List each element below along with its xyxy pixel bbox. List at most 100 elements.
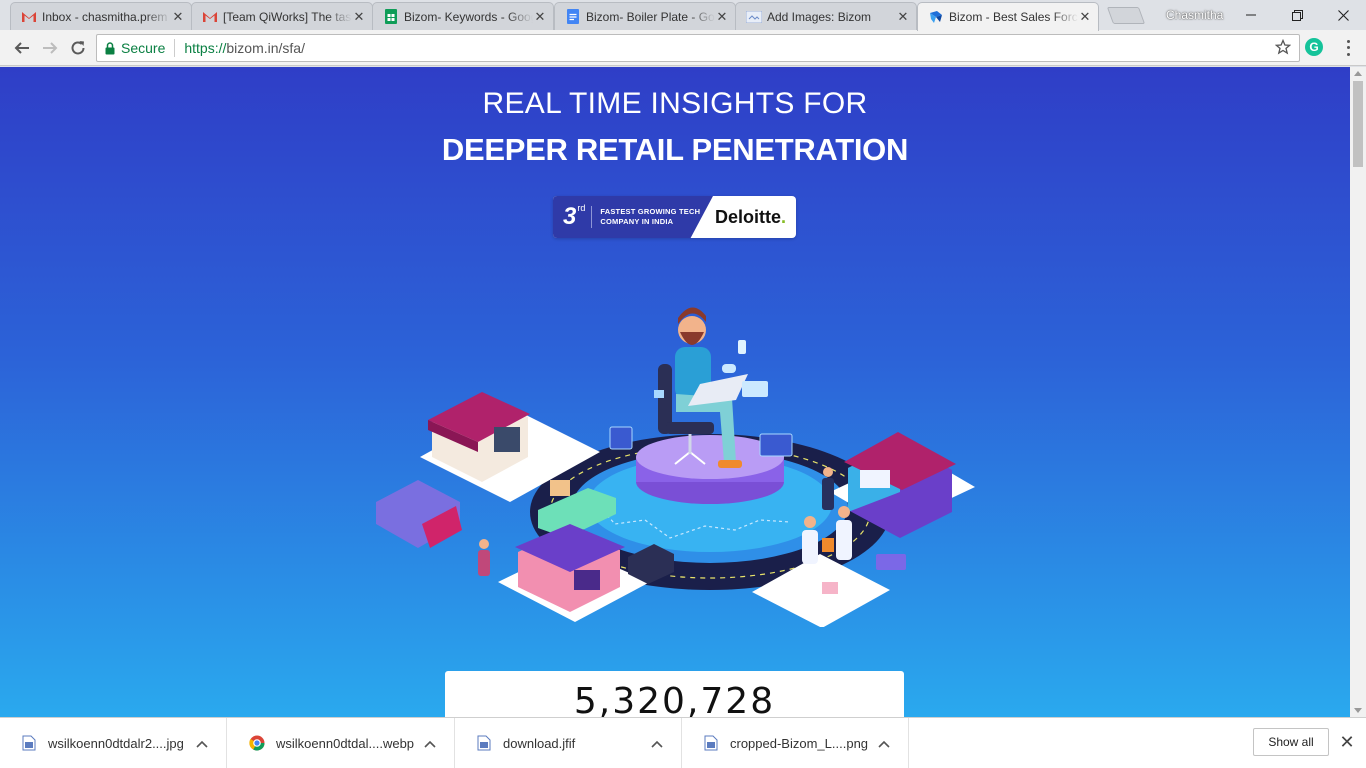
new-tab-button[interactable]: [1106, 7, 1146, 24]
tab-bizom-sfa[interactable]: Bizom - Best Sales Force Automation ✕: [917, 2, 1099, 31]
download-item[interactable]: cropped-Bizom_L....png: [682, 718, 909, 768]
minimize-icon[interactable]: [1228, 0, 1274, 30]
download-item[interactable]: download.jfif: [455, 718, 682, 768]
phone: [738, 340, 746, 354]
secure-indicator[interactable]: Secure: [105, 40, 165, 56]
browser-toolbar: Secure https://bizom.in/sfa/ G: [0, 30, 1366, 66]
download-filename: wsilkoenn0dtdal....webp: [276, 735, 415, 751]
award-text-line2: COMPANY IN INDIA: [600, 217, 674, 226]
file-icon: [475, 734, 493, 752]
tab-title: Add Images: Bizom: [767, 9, 872, 24]
file-icon: [20, 734, 38, 752]
tab-boiler-plate-doc[interactable]: Bizom- Boiler Plate - Google Docs ✕: [554, 2, 736, 30]
tab-keywords-sheet[interactable]: Bizom- Keywords - Google Sheets ✕: [372, 2, 554, 30]
download-filename: download.jfif: [503, 735, 576, 751]
reload-icon[interactable]: [66, 36, 90, 60]
docs-icon: [565, 9, 581, 25]
ui-card-small: [654, 390, 664, 398]
tab-title: [Team QiWorks] The task: [223, 9, 352, 24]
close-icon[interactable]: ✕: [1078, 10, 1092, 24]
gmail-icon: [21, 9, 37, 25]
page-icon: [746, 9, 762, 25]
hero-headline-line2: DEEPER RETAIL PENETRATION: [441, 132, 909, 167]
menu-icon[interactable]: [1340, 38, 1356, 58]
tab-title: Bizom- Boiler Plate - Google Docs: [586, 9, 715, 24]
deloitte-award-badge: 3rd FASTEST GROWING TECH COMPANY IN INDI…: [553, 196, 796, 238]
chevron-up-icon[interactable]: [876, 736, 892, 751]
divider: [591, 206, 593, 228]
ui-card-bubble: [722, 364, 736, 373]
shopper-man: [838, 506, 850, 518]
profile-name[interactable]: Chasmitha: [1166, 8, 1223, 22]
close-icon[interactable]: ✕: [715, 9, 729, 24]
worker-left: [479, 539, 489, 549]
ui-card-doc: [742, 381, 768, 397]
cargo-box: [550, 480, 570, 496]
tab-title: Inbox - chasmitha.prem: [42, 9, 168, 24]
shopper-right: [823, 467, 833, 477]
close-icon[interactable]: ✕: [896, 9, 910, 24]
award-rank-suffix: rd: [577, 203, 586, 213]
award-text-line1: FASTEST GROWING TECH: [600, 207, 701, 216]
bizom-icon: [928, 9, 944, 25]
address-bar[interactable]: Secure https://bizom.in/sfa/: [96, 34, 1300, 62]
close-icon[interactable]: ✕: [533, 9, 547, 24]
url-path: bizom.in/sfa/: [226, 40, 305, 56]
download-filename: cropped-Bizom_L....png: [730, 735, 869, 751]
lock-icon: [105, 41, 115, 54]
url-scheme: https://: [184, 40, 227, 56]
show-all-button[interactable]: Show all: [1253, 728, 1329, 756]
scroll-up-arrow-icon[interactable]: [1354, 71, 1362, 76]
counter-value: 5,320,728: [573, 681, 776, 717]
bookmark-star-icon[interactable]: [1274, 38, 1292, 58]
file-icon: [702, 734, 720, 752]
tab-strip: Inbox - chasmitha.prem ✕ [Team QiWorks] …: [0, 0, 1366, 31]
shopper-woman: [804, 516, 816, 528]
download-filename: wsilkoenn0dtdalr2....jpg: [48, 735, 184, 751]
restore-icon[interactable]: [1274, 0, 1320, 30]
store-window: [860, 470, 890, 488]
scroll-thumb[interactable]: [1353, 81, 1363, 167]
download-item[interactable]: wsilkoenn0dtdalr2....jpg: [0, 718, 227, 768]
page-scrollbar[interactable]: [1350, 67, 1366, 717]
ui-card-chart: [759, 433, 793, 457]
person-shoes: [718, 460, 742, 468]
page-viewport: REAL TIME INSIGHTS FOR DEEPER RETAIL PEN…: [0, 67, 1350, 717]
download-bar: wsilkoenn0dtdalr2....jpg wsilkoenn0dtdal…: [0, 717, 1366, 768]
back-arrow-icon[interactable]: [10, 36, 34, 60]
divider: [174, 39, 176, 57]
tab-add-images[interactable]: Add Images: Bizom ✕: [735, 2, 917, 30]
chevron-up-icon[interactable]: [194, 736, 210, 751]
chevron-up-icon[interactable]: [422, 736, 438, 751]
shop-door: [574, 570, 600, 590]
close-icon[interactable]: ✕: [352, 9, 366, 24]
award-text: FASTEST GROWING TECH COMPANY IN INDIA: [600, 207, 700, 227]
tab-title: Bizom - Best Sales Force Automation: [949, 10, 1078, 24]
tab-title: Bizom- Keywords - Google Sheets: [404, 9, 533, 24]
forward-arrow-icon[interactable]: [38, 36, 62, 60]
warehouse-door: [494, 427, 520, 452]
sheets-icon: [383, 9, 399, 25]
grammarly-extension-icon[interactable]: G: [1305, 38, 1323, 56]
gmail-icon: [202, 9, 218, 25]
download-item[interactable]: wsilkoenn0dtdal....webp: [228, 718, 455, 768]
tab-team-qiworks[interactable]: [Team QiWorks] The task ✕: [191, 2, 373, 30]
ui-card-left: [609, 426, 633, 450]
retail-network-illustration: [376, 307, 975, 627]
shopping-bag: [822, 538, 834, 552]
deloitte-dot: .: [781, 206, 787, 227]
close-icon[interactable]: ✕: [171, 9, 185, 24]
hero-headline-line1: REAL TIME INSIGHTS FOR: [482, 87, 868, 120]
chrome-icon: [248, 734, 266, 752]
secure-label: Secure: [121, 40, 166, 56]
window-close-icon[interactable]: [1320, 0, 1366, 30]
chair-seat: [666, 422, 714, 434]
stats-counter-card: 5,320,728: [445, 671, 904, 717]
deloitte-wordmark: Deloitte: [715, 206, 782, 227]
tab-inbox[interactable]: Inbox - chasmitha.prem ✕: [10, 2, 192, 30]
close-download-bar-icon[interactable]: ✕: [1339, 732, 1355, 752]
scroll-down-arrow-icon[interactable]: [1354, 708, 1362, 713]
award-rank: 3: [563, 203, 577, 230]
gift-box: [822, 582, 838, 594]
chevron-up-icon[interactable]: [649, 736, 665, 751]
